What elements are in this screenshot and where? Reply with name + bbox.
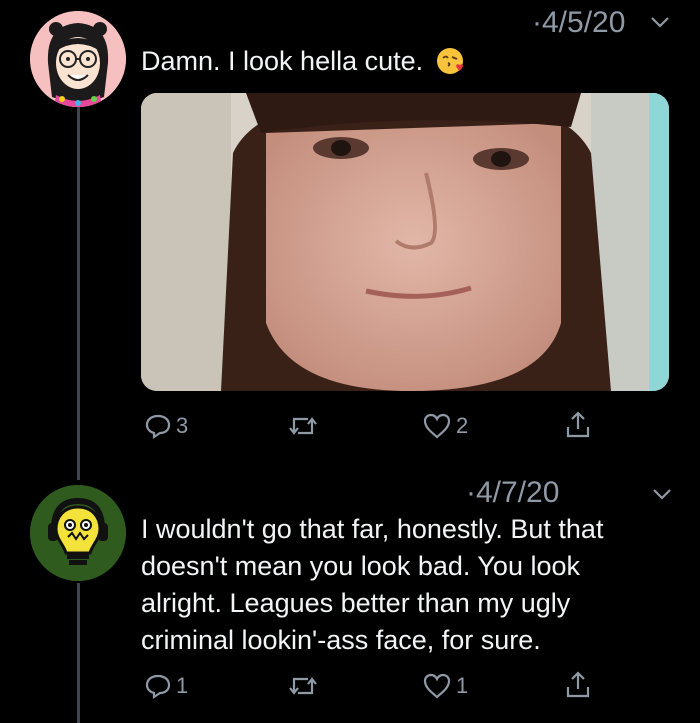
retweet-button[interactable] <box>288 672 322 700</box>
tweet-date[interactable]: ·4/7/20 <box>466 476 559 510</box>
retweet-icon <box>289 677 317 695</box>
share-icon <box>566 671 590 698</box>
heart-icon <box>423 413 451 439</box>
chevron-down-icon[interactable] <box>650 15 670 29</box>
like-count: 1 <box>456 673 469 698</box>
tweet-text-line: criminal lookin'-ass face, for sure. <box>141 625 541 655</box>
tweet-text-line: I wouldn't go that far, honestly. But th… <box>141 514 604 544</box>
share-button[interactable] <box>564 670 592 700</box>
share-button[interactable] <box>564 410 592 440</box>
reply-count: 1 <box>176 673 189 698</box>
reply-button[interactable]: 3 <box>144 412 188 440</box>
retweet-button[interactable] <box>288 412 322 440</box>
retweet-icon <box>289 417 317 435</box>
reply-icon <box>145 414 171 440</box>
kissing-face-emoji-icon <box>436 48 463 74</box>
reply-count: 3 <box>176 413 189 438</box>
tweet-text-line: alright. Leagues better than my ugly <box>141 588 571 618</box>
reply-icon <box>145 674 171 700</box>
tweet-photo[interactable] <box>141 93 669 391</box>
avatar[interactable] <box>30 485 126 581</box>
tweet-date[interactable]: ·4/5/20 <box>532 6 625 40</box>
chevron-down-icon[interactable] <box>652 487 672 501</box>
tweet-text-line: doesn't mean you look bad. You look <box>141 551 580 581</box>
like-button[interactable]: 1 <box>422 672 468 700</box>
tweet-text: I wouldn't go that far, honestly. But th… <box>141 511 603 659</box>
like-button[interactable]: 2 <box>422 412 468 440</box>
heart-icon <box>423 673 451 699</box>
thread-line-bottom <box>77 583 80 723</box>
share-icon <box>566 411 590 438</box>
tweet-text-content: Damn. I look hella cute. <box>141 46 424 76</box>
reply-button[interactable]: 1 <box>144 672 188 700</box>
avatar[interactable] <box>30 11 126 107</box>
thread-line-top <box>77 104 80 480</box>
like-count: 2 <box>456 413 469 438</box>
tweet-text: Damn. I look hella cute. <box>141 43 465 80</box>
